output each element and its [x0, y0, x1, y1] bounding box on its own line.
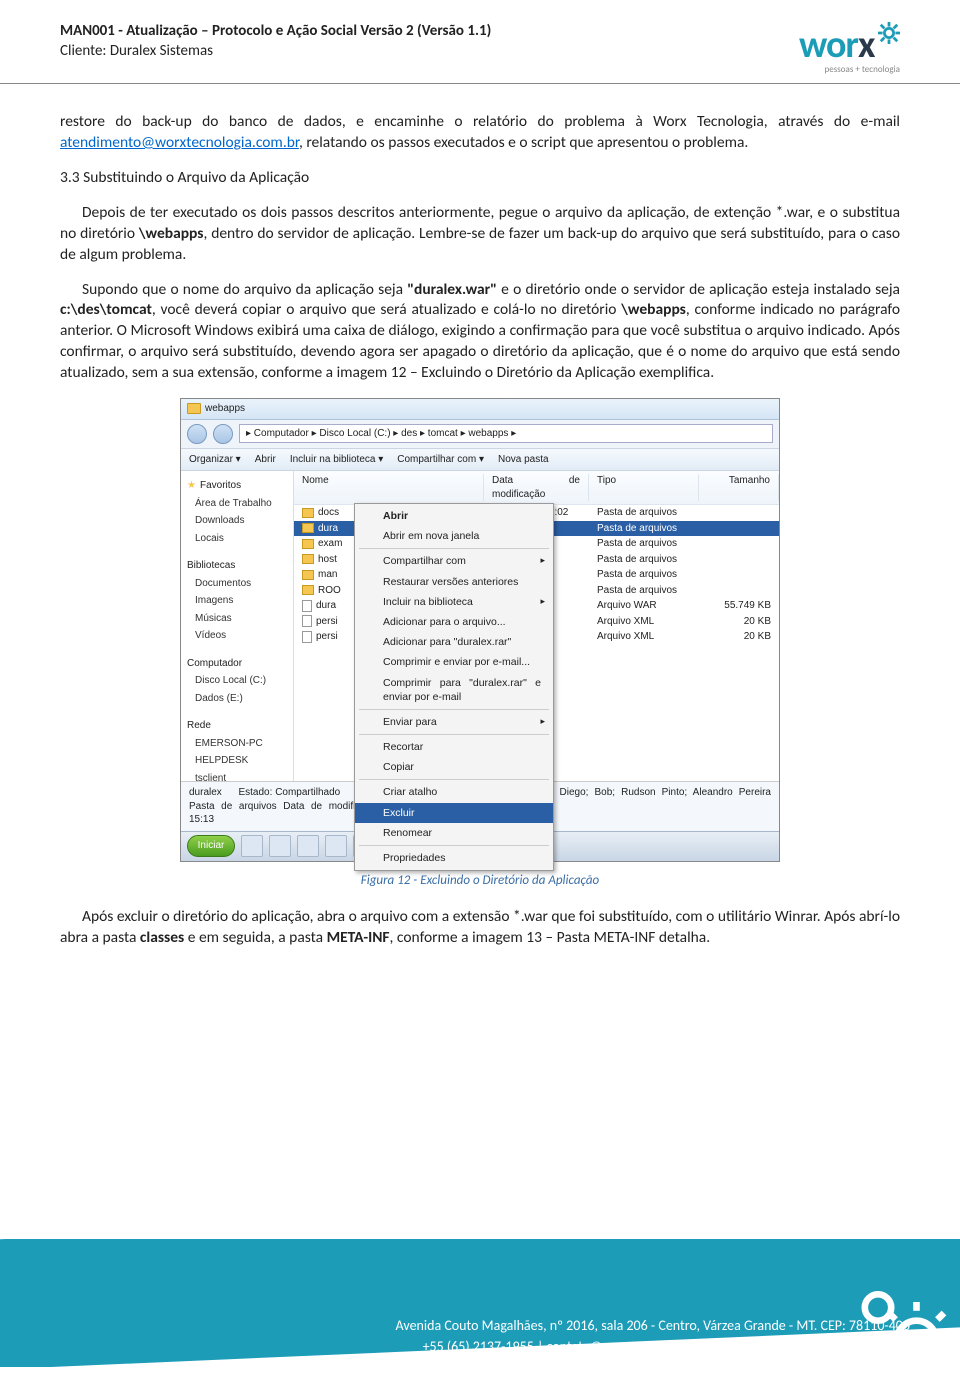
folder-icon — [302, 570, 314, 580]
client-line: Cliente: Duralex Sistemas — [60, 42, 700, 60]
address-bar: ▸ Computador ▸ Disco Local (C:) ▸ des ▸ … — [181, 420, 779, 449]
header-text-block: MAN001 - Atualização – Protocolo e Ação … — [60, 22, 700, 60]
context-item[interactable]: Enviar para — [355, 712, 553, 732]
context-item[interactable]: Abrir em nova janela — [355, 526, 553, 546]
col-date[interactable]: Data de modificação — [484, 474, 589, 501]
context-item[interactable]: Comprimir e enviar por e-mail... — [355, 652, 553, 672]
star-icon: ★ — [187, 479, 196, 493]
context-separator — [359, 548, 549, 549]
paragraph-4: Após excluir o diretório do aplicação, a… — [60, 907, 900, 949]
sidebar-item[interactable]: Disco Local (C:) — [181, 672, 293, 690]
email-link[interactable]: atendimento@worxtecnologia.com.br — [60, 133, 299, 152]
taskbar-icon[interactable] — [241, 835, 263, 857]
window-title: webapps — [205, 402, 245, 416]
context-separator — [359, 845, 549, 846]
context-item[interactable]: Comprimir para "duralex.rar" e enviar po… — [355, 673, 553, 707]
col-size[interactable]: Tamanho — [699, 474, 779, 501]
doc-title: MAN001 - Atualização – Protocolo e Ação … — [60, 22, 700, 40]
sidebar-item[interactable]: Vídeos — [181, 627, 293, 645]
toolbar-compartilhar[interactable]: Compartilhar com ▾ — [397, 453, 484, 467]
context-item[interactable]: Copiar — [355, 757, 553, 777]
context-item[interactable]: Excluir — [355, 803, 553, 823]
status-name: duralex — [189, 787, 222, 798]
context-item[interactable]: Propriedades — [355, 848, 553, 868]
taskbar-icon[interactable] — [297, 835, 319, 857]
taskbar-icon[interactable] — [325, 835, 347, 857]
file-icon — [302, 615, 312, 627]
back-button[interactable] — [187, 424, 207, 444]
logo-text-1: wor — [799, 22, 858, 68]
sidebar-item[interactable]: Downloads — [181, 512, 293, 530]
sidebar-item[interactable]: Imagens — [181, 592, 293, 610]
context-separator — [359, 779, 549, 780]
footer-address: Avenida Couto Magalhães, nº 2016, sala 2… — [260, 1315, 910, 1336]
col-type[interactable]: Tipo — [589, 474, 699, 501]
sidebar-rede[interactable]: Rede — [181, 715, 293, 735]
paragraph-3: Supondo que o nome do arquivo da aplicaç… — [60, 280, 900, 385]
context-menu: AbrirAbrir em nova janela Compartilhar co… — [354, 503, 554, 871]
context-item[interactable]: Renomear — [355, 823, 553, 843]
file-list-pane: Nome Data de modificação Tipo Tamanho do… — [294, 471, 779, 781]
footer-contact: +55 (65) 2137-1955 | contato@worxtecnolo… — [260, 1336, 910, 1357]
explorer-sidebar: ★Favoritos Área de Trabalho Downloads Lo… — [181, 471, 294, 781]
page-header: MAN001 - Atualização – Protocolo e Ação … — [0, 0, 960, 84]
explorer-screenshot: webapps ▸ Computador ▸ Disco Local (C:) … — [180, 398, 780, 862]
column-headers: Nome Data de modificação Tipo Tamanho — [294, 471, 779, 505]
context-item[interactable]: Adicionar para o arquivo... — [355, 612, 553, 632]
folder-icon — [302, 508, 314, 518]
toolbar-organizar[interactable]: Organizar ▾ — [189, 453, 241, 467]
context-item[interactable]: Recortar — [355, 737, 553, 757]
paragraph-2: Depois de ter executado os dois passos d… — [60, 203, 900, 266]
sidebar-item[interactable]: Locais — [181, 530, 293, 548]
file-icon — [302, 600, 312, 612]
sidebar-item[interactable]: EMERSON-PC — [181, 735, 293, 753]
start-button[interactable]: Iniciar — [187, 835, 235, 857]
sidebar-item[interactable]: Músicas — [181, 610, 293, 628]
explorer-toolbar: Organizar ▾ Abrir Incluir na biblioteca … — [181, 449, 779, 472]
context-separator — [359, 734, 549, 735]
paragraph-1: restore do back-up do banco de dados, e … — [60, 112, 900, 154]
context-item[interactable]: Restaurar versões anteriores — [355, 572, 553, 592]
gear-icon — [878, 22, 900, 44]
sidebar-item[interactable]: Dados (E:) — [181, 690, 293, 708]
folder-icon — [302, 523, 314, 533]
context-separator — [359, 709, 549, 710]
figure-caption: Figura 12 - Excluindo o Diretório da Apl… — [60, 872, 900, 890]
status-estado-value: Compartilhado — [275, 787, 340, 798]
sidebar-item[interactable]: Documentos — [181, 575, 293, 593]
toolbar-abrir[interactable]: Abrir — [255, 453, 276, 467]
taskbar-icon[interactable] — [269, 835, 291, 857]
folder-icon — [187, 403, 201, 414]
context-item[interactable]: Abrir — [355, 506, 553, 526]
status-estado-label: Estado: — [238, 787, 272, 798]
folder-icon — [302, 585, 314, 595]
sidebar-computador[interactable]: Computador — [181, 653, 293, 673]
logo-text-2: x — [858, 22, 874, 68]
context-item[interactable]: Incluir na biblioteca — [355, 592, 553, 612]
col-name[interactable]: Nome — [294, 474, 484, 501]
breadcrumb-path[interactable]: ▸ Computador ▸ Disco Local (C:) ▸ des ▸ … — [239, 424, 773, 444]
sidebar-bibliotecas[interactable]: Bibliotecas — [181, 555, 293, 575]
file-icon — [302, 631, 312, 643]
toolbar-nova-pasta[interactable]: Nova pasta — [498, 453, 549, 467]
worx-logo: worx pessoas + tecnologia — [700, 22, 900, 75]
page-footer: Avenida Couto Magalhães, nº 2016, sala 2… — [0, 1239, 960, 1389]
context-item[interactable]: Criar atalho — [355, 782, 553, 802]
folder-icon — [302, 554, 314, 564]
context-item[interactable]: Adicionar para "duralex.rar" — [355, 632, 553, 652]
document-body: restore do back-up do banco de dados, e … — [0, 84, 960, 949]
folder-icon — [302, 539, 314, 549]
toolbar-incluir[interactable]: Incluir na biblioteca ▾ — [290, 453, 383, 467]
sidebar-item[interactable]: HELPDESK — [181, 752, 293, 770]
sidebar-item[interactable]: Área de Trabalho — [181, 495, 293, 513]
sidebar-favoritos[interactable]: ★Favoritos — [181, 475, 293, 495]
window-titlebar: webapps — [181, 399, 779, 420]
sidebar-item[interactable]: tsclient — [181, 770, 293, 782]
context-item[interactable]: Compartilhar com — [355, 551, 553, 571]
forward-button[interactable] — [213, 424, 233, 444]
section-3-3-title: 3.3 Substituindo o Arquivo da Aplicação — [60, 168, 900, 189]
